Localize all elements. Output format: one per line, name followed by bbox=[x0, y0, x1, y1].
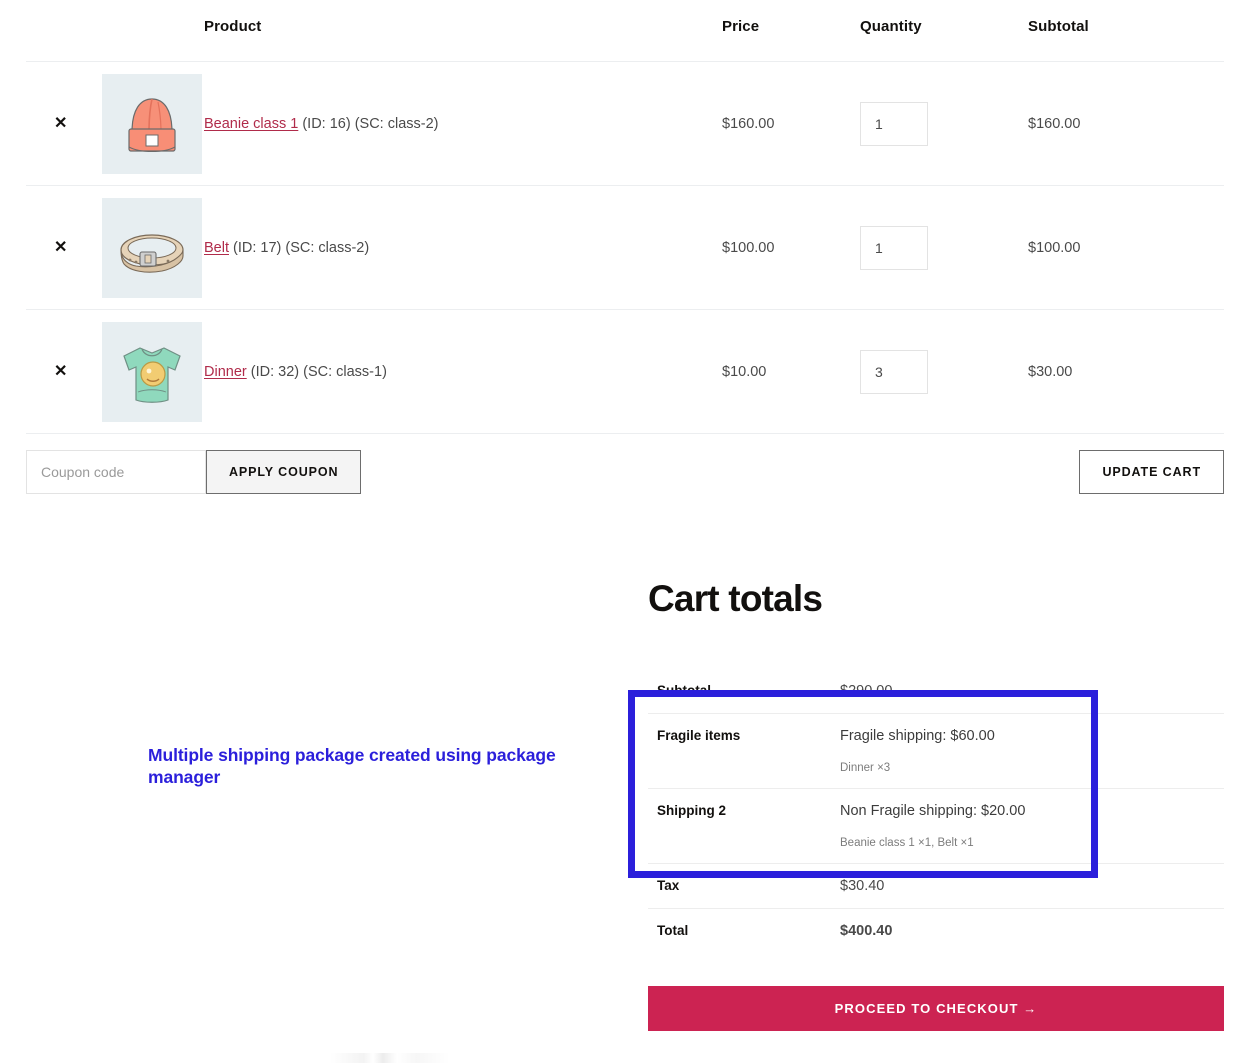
proceed-to-checkout-button[interactable]: PROCEED TO CHECKOUT → bbox=[648, 986, 1224, 1031]
product-subtotal: $30.00 bbox=[1028, 309, 1224, 434]
shipping-package-label: Fragile items bbox=[648, 713, 840, 789]
tax-value: $30.40 bbox=[840, 863, 1224, 909]
column-header-subtotal: Subtotal bbox=[1028, 18, 1089, 35]
product-subtotal: $100.00 bbox=[1028, 185, 1224, 310]
totals-row-shipping-package-1: Fragile items Fragile shipping: $60.00 D… bbox=[648, 713, 1224, 789]
product-link[interactable]: Beanie class 1 bbox=[204, 116, 298, 132]
quantity-input[interactable] bbox=[860, 101, 928, 146]
belt-thumbnail[interactable] bbox=[102, 197, 202, 298]
apply-coupon-button[interactable]: APPLY COUPON bbox=[206, 450, 362, 494]
cart-row-remove-cell: ✕ bbox=[26, 309, 102, 434]
quantity-input[interactable] bbox=[860, 349, 928, 394]
cart-row-thumbnail-cell bbox=[102, 309, 204, 434]
product-link[interactable]: Belt bbox=[204, 240, 229, 256]
coupon-form: APPLY COUPON bbox=[26, 450, 362, 494]
cart-table-body: ✕ Beanie class 1 (ID: 16) (SC: class-2) … bbox=[26, 61, 1224, 518]
subtotal-value: $290.00 bbox=[840, 669, 1224, 714]
totals-row-subtotal: Subtotal $290.00 bbox=[648, 669, 1224, 714]
remove-item-icon[interactable]: ✕ bbox=[26, 363, 102, 380]
table-row: ✕ Dinner (ID: 32) (SC: class-1) $10.00 3… bbox=[26, 309, 1224, 434]
total-value: $400.40 bbox=[840, 923, 893, 939]
cart-row-remove-cell: ✕ bbox=[26, 61, 102, 186]
product-price: $10.00 bbox=[722, 309, 860, 434]
cart-row-remove-cell: ✕ bbox=[26, 185, 102, 310]
shipping-method-option[interactable]: Non Fragile shipping: $20.00 bbox=[840, 803, 1224, 819]
shipping-package-items: Beanie class 1 ×1, Belt ×1 bbox=[840, 837, 974, 849]
total-label: Total bbox=[657, 923, 689, 938]
cart-totals-table: Subtotal $290.00 Fragile items Fragile s… bbox=[648, 669, 1224, 953]
update-cart-button[interactable]: UPDATE CART bbox=[1079, 450, 1224, 494]
cart-row-product-cell: Belt (ID: 17) (SC: class-2) bbox=[204, 185, 722, 310]
remove-item-icon[interactable]: ✕ bbox=[26, 239, 102, 256]
totals-row-tax: Tax $30.40 bbox=[648, 863, 1224, 909]
product-meta: (ID: 16) (SC: class-2) bbox=[298, 115, 439, 132]
cart-row-product-cell: Beanie class 1 (ID: 16) (SC: class-2) bbox=[204, 61, 722, 186]
totals-row-shipping-package-2: Shipping 2 Non Fragile shipping: $20.00 … bbox=[648, 788, 1224, 864]
shipping-package-items: Dinner ×3 bbox=[840, 762, 891, 774]
table-row: ✕ Beanie class 1 (ID: 16) (SC: class-2) … bbox=[26, 61, 1224, 186]
shipping-package-cell: Fragile shipping: $60.00 Dinner ×3 bbox=[840, 713, 1224, 789]
quantity-input[interactable] bbox=[860, 225, 928, 270]
product-link[interactable]: Dinner bbox=[204, 364, 247, 380]
tax-label: Tax bbox=[648, 863, 840, 909]
cart-items-table: Product Price Quantity Subtotal ✕ Beanie… bbox=[26, 18, 1224, 518]
column-header-quantity: Quantity bbox=[860, 18, 922, 35]
cart-row-thumbnail-cell bbox=[102, 185, 204, 310]
cart-actions-cell: APPLY COUPON UPDATE CART bbox=[26, 433, 1224, 518]
column-header-product: Product bbox=[204, 18, 262, 35]
product-price: $100.00 bbox=[722, 185, 860, 310]
page-footer-partial bbox=[330, 1053, 450, 1063]
product-meta: (ID: 32) (SC: class-1) bbox=[246, 363, 387, 380]
page-title: Cart totals bbox=[648, 578, 823, 619]
shipping-package-cell: Non Fragile shipping: $20.00 Beanie clas… bbox=[840, 788, 1224, 864]
cart-row-thumbnail-cell bbox=[102, 61, 204, 186]
beanie-thumbnail[interactable] bbox=[102, 73, 202, 174]
shipping-package-label: Shipping 2 bbox=[648, 788, 840, 864]
cart-table-header: Product Price Quantity Subtotal bbox=[26, 18, 1224, 62]
product-subtotal: $160.00 bbox=[1028, 61, 1224, 186]
cart-row-product-cell: Dinner (ID: 32) (SC: class-1) bbox=[204, 309, 722, 434]
product-price: $160.00 bbox=[722, 61, 860, 186]
cart-row-quantity-cell bbox=[860, 185, 1028, 310]
product-meta: (ID: 17) (SC: class-2) bbox=[229, 239, 370, 256]
column-header-thumbnail bbox=[102, 18, 204, 62]
column-header-price: Price bbox=[722, 18, 760, 35]
coupon-input[interactable] bbox=[26, 450, 206, 494]
shipping-method-option[interactable]: Fragile shipping: $60.00 bbox=[840, 728, 1224, 744]
subtotal-label: Subtotal bbox=[648, 669, 840, 714]
cart-actions-row: APPLY COUPON UPDATE CART bbox=[26, 433, 1224, 518]
remove-item-icon[interactable]: ✕ bbox=[26, 115, 102, 132]
cart-row-quantity-cell bbox=[860, 61, 1028, 186]
annotation-label: Multiple shipping package created using … bbox=[148, 745, 556, 788]
totals-row-total: Total $400.40 bbox=[648, 909, 1224, 954]
table-row: ✕ Belt (ID: 17) (SC: class-2) $100.00 1 … bbox=[26, 185, 1224, 310]
column-header-remove bbox=[26, 18, 102, 62]
cart-row-quantity-cell bbox=[860, 309, 1028, 434]
cart-totals-panel: Cart totals Subtotal $290.00 Fragile ite… bbox=[648, 580, 1224, 953]
tshirt-thumbnail[interactable] bbox=[102, 321, 202, 422]
